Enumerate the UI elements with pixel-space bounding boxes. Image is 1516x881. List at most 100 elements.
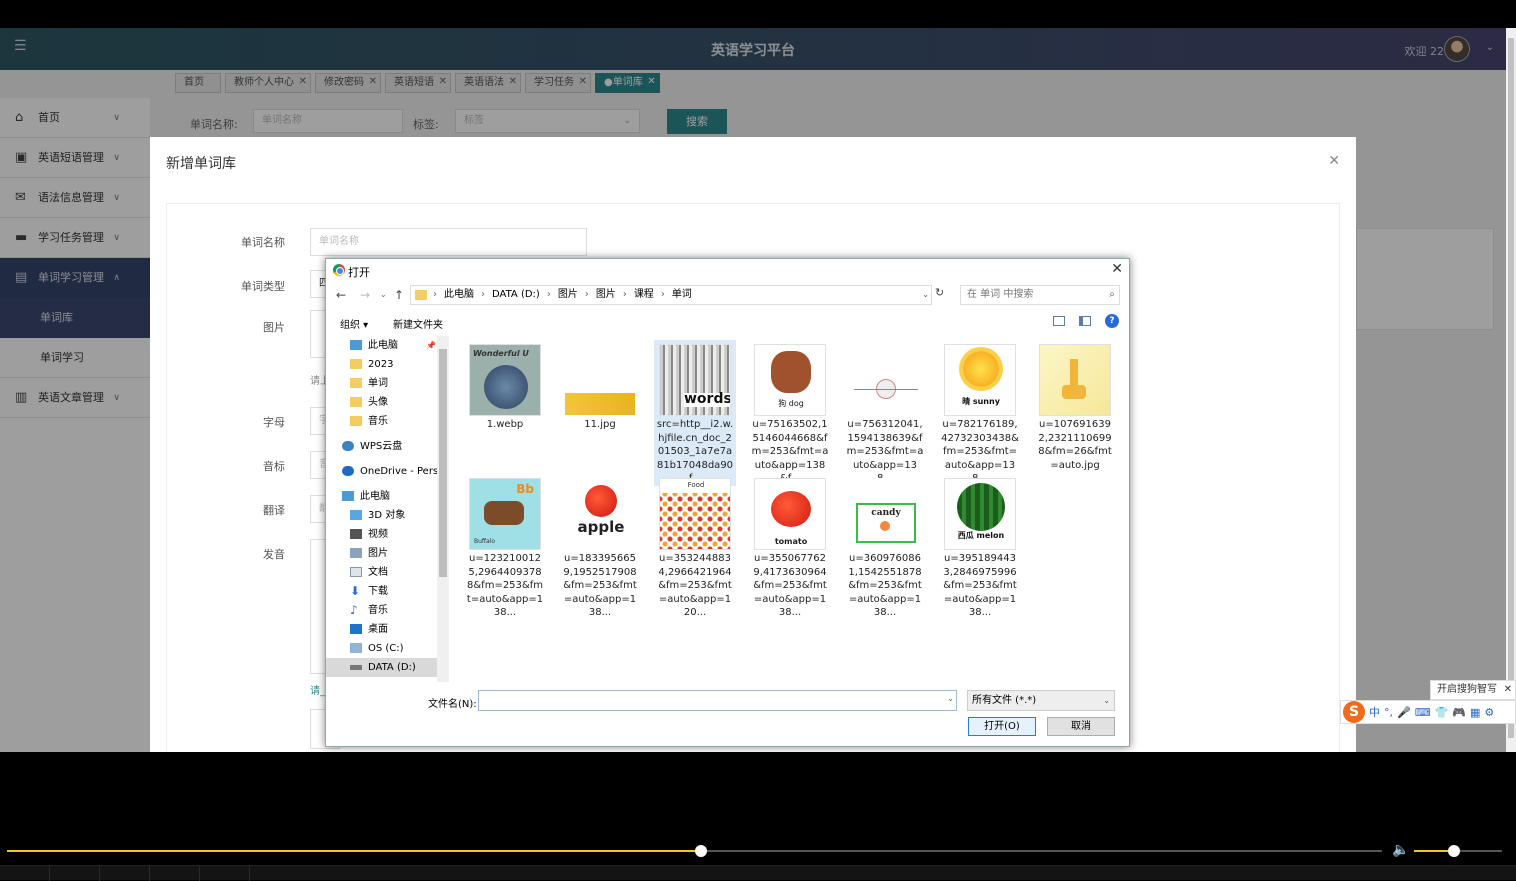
pronunciation-label: 发音 — [263, 548, 285, 561]
open-button[interactable]: 打开(O) — [968, 717, 1036, 736]
file-name: u=1076916392,23211106998&fm=26&fmt=auto.… — [1038, 419, 1112, 471]
punctuation-icon[interactable]: °, — [1384, 706, 1393, 719]
organize-menu[interactable]: 组织 ▾ — [340, 316, 368, 331]
tree-item[interactable]: 图片 — [350, 544, 388, 563]
tree-item[interactable]: 此电脑 — [342, 487, 390, 506]
seek-handle[interactable] — [695, 845, 708, 857]
tree-scrollbar-thumb[interactable] — [439, 349, 447, 577]
settings-icon[interactable]: ⚙ — [1484, 706, 1494, 719]
file-item[interactable]: Bb Buffalo u=1232100125,29644093788&fm=2… — [464, 474, 546, 620]
keyboard-icon[interactable]: ⌨ — [1415, 706, 1431, 719]
file-thumbnail: apple — [564, 478, 636, 550]
tree-item-selected[interactable]: DATA (D:) — [326, 658, 437, 677]
dialog-title: 打开 — [348, 266, 370, 279]
breadcrumb-item[interactable]: 课程 — [629, 286, 659, 304]
chinese-mode-icon[interactable]: 中 — [1369, 704, 1380, 720]
preview-pane-icon[interactable] — [1079, 316, 1091, 326]
address-bar[interactable]: › 此电脑 › DATA (D:) › 图片 › 图片 › 课程 › 单词 ⌄ — [410, 285, 932, 305]
file-list: Wonderful U 1.webp 11.jpg words src=http… — [456, 336, 1126, 682]
player-button[interactable] — [150, 866, 200, 881]
close-icon[interactable]: ✕ — [1504, 681, 1512, 699]
file-name: u=3609760861,1542551878&fm=253&fmt=auto&… — [848, 553, 922, 618]
tree-item[interactable]: OneDrive - Perso — [342, 462, 444, 481]
pronunciation-hint: 请_ — [310, 686, 325, 697]
tree-item[interactable]: OS (C:) — [350, 639, 404, 658]
file-item[interactable]: apple u=1833956659,1952517908&fm=253&fmt… — [559, 474, 641, 620]
chevron-down-icon[interactable]: ⌄ — [947, 694, 954, 703]
chevron-down-icon[interactable]: ⌄ — [380, 290, 387, 299]
player-button[interactable] — [50, 866, 100, 881]
breadcrumb-item[interactable]: DATA (D:) — [487, 286, 545, 304]
tree-item[interactable]: 音乐 — [350, 412, 388, 431]
file-item[interactable]: Wonderful U 1.webp — [464, 340, 546, 432]
file-item[interactable]: tomato u=3550677629,4173630964&fm=253&fm… — [749, 474, 831, 620]
file-item[interactable]: u=1076916392,23211106998&fm=26&fmt=auto.… — [1034, 340, 1116, 472]
player-button[interactable] — [0, 866, 50, 881]
ime-hint[interactable]: 开启搜狗智写 ✕ — [1430, 680, 1516, 700]
tree-item[interactable]: ⬇ 下载 — [350, 582, 388, 601]
folder-search-input[interactable]: 在 单词 中搜索 ⌕ — [960, 285, 1120, 305]
chevron-down-icon[interactable]: ⌄ — [922, 286, 929, 304]
view-mode-icon[interactable] — [1053, 316, 1065, 326]
file-name: 1.webp — [486, 419, 524, 430]
tree-item[interactable]: ♪ 音乐 — [350, 601, 388, 620]
file-item[interactable]: 西瓜 melon u=3951894433,2846975996&fm=253&… — [939, 474, 1021, 620]
file-item[interactable]: u=756312041,1594138639&fm=253&fmt=auto&a… — [844, 340, 926, 486]
file-thumbnail: 西瓜 melon — [944, 478, 1016, 550]
close-icon[interactable]: ✕ — [1328, 153, 1340, 169]
file-item[interactable]: Food u=3532448834,2966421964&fm=253&fmt=… — [654, 474, 736, 620]
toolbox-icon[interactable]: ▦ — [1470, 706, 1480, 719]
picture-icon — [350, 548, 362, 558]
file-item[interactable]: 11.jpg — [559, 340, 641, 432]
new-folder-button[interactable]: 新建文件夹 — [393, 316, 443, 331]
word-type-label: 单词类型 — [241, 280, 285, 293]
file-item[interactable]: 晴 sunny u=782176189,42732303438&fm=253&f… — [939, 340, 1021, 486]
letter-label: 字母 — [263, 416, 285, 429]
tree-item[interactable]: 桌面 — [350, 620, 388, 639]
volume-handle[interactable] — [1447, 845, 1460, 857]
breadcrumb-item[interactable]: 单词 — [667, 286, 697, 304]
microphone-icon[interactable]: 🎤 — [1397, 706, 1411, 719]
player-button[interactable] — [100, 866, 150, 881]
file-item[interactable]: candy u=3609760861,1542551878&fm=253&fmt… — [844, 474, 926, 620]
tree-item[interactable]: 3D 对象 — [350, 506, 405, 525]
tree-item[interactable]: 头像 — [350, 393, 388, 412]
folder-icon — [350, 359, 362, 369]
cancel-button[interactable]: 取消 — [1047, 717, 1115, 736]
word-name-input[interactable]: 单词名称 — [310, 228, 587, 256]
game-icon[interactable]: 🎮 — [1452, 706, 1466, 719]
tree-item[interactable]: 单词 — [350, 374, 388, 393]
volume-icon[interactable]: 🔈 — [1392, 842, 1409, 858]
file-item-selected[interactable]: words src=http__i2.w.hjfile.cn_doc_20150… — [654, 340, 736, 486]
file-thumbnail: Wonderful U — [469, 344, 541, 416]
file-thumbnail — [564, 344, 636, 416]
phonetic-label: 音标 — [263, 460, 285, 473]
breadcrumb-item[interactable]: 图片 — [591, 286, 621, 304]
file-item[interactable]: 狗 dog u=75163502,15146044668&fm=253&fmt=… — [749, 340, 831, 486]
tree-item[interactable]: 此电脑 — [350, 336, 398, 355]
up-arrow-icon[interactable]: ↑ — [394, 288, 404, 302]
file-open-dialog: 打开 ✕ ← → ⌄ ↑ › 此电脑 › DATA (D:) › 图片 › 图片 › 课… — [325, 258, 1130, 747]
file-name: u=3532448834,2966421964&fm=253&fmt=auto&… — [658, 553, 732, 618]
player-button[interactable] — [200, 866, 250, 881]
tree-item[interactable]: WPS云盘 — [342, 437, 402, 456]
tree-item[interactable]: 2023 — [350, 355, 393, 374]
skin-icon[interactable]: 👕 — [1435, 706, 1449, 719]
breadcrumb-item[interactable]: 此电脑 — [439, 286, 479, 304]
sogou-logo-icon[interactable]: S — [1343, 701, 1365, 723]
pin-icon[interactable]: 📌 — [426, 341, 436, 350]
tree-item[interactable]: 文档 — [350, 563, 388, 582]
chevron-right-icon: › — [481, 289, 485, 300]
refresh-icon[interactable]: ↻ — [935, 286, 949, 304]
forward-arrow-icon[interactable]: → — [360, 288, 370, 302]
close-icon[interactable]: ✕ — [1111, 261, 1123, 277]
page-scrollbar-thumb[interactable] — [1508, 38, 1514, 738]
tree-item[interactable]: 视频 — [350, 525, 388, 544]
help-icon[interactable]: ? — [1105, 314, 1119, 328]
filename-input[interactable]: ⌄ — [478, 690, 957, 711]
back-arrow-icon[interactable]: ← — [336, 288, 346, 302]
file-name: u=1833956659,1952517908&fm=253&fmt=auto&… — [563, 553, 637, 618]
breadcrumb-item[interactable]: 图片 — [553, 286, 583, 304]
filetype-select[interactable]: 所有文件 (*.*) ⌄ — [967, 690, 1115, 711]
folder-icon — [415, 290, 427, 300]
